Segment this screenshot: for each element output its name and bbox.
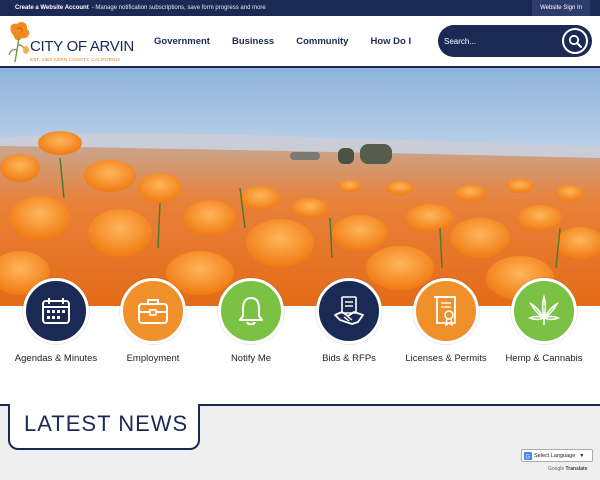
nav-item-business[interactable]: Business [226,36,280,47]
search-icon [568,34,582,48]
account-bar: Create a Website Account - Manage notifi… [0,0,600,16]
account-bar-description: - Manage notification subscriptions, sav… [91,5,266,11]
briefcase-icon [138,299,168,324]
quick-link-circle[interactable] [316,278,382,344]
search-button[interactable] [562,28,588,54]
handshake-icon [334,296,364,325]
poppy-field-image [0,68,600,306]
quick-link-circle[interactable] [511,278,577,344]
bell-icon [239,297,263,326]
quick-link-circle[interactable] [413,278,479,344]
search-bar [438,25,592,57]
quick-link-circle[interactable] [23,278,89,344]
quick-link-circle[interactable] [120,278,186,344]
quick-link-label[interactable]: Notify Me [202,353,300,364]
quick-link-label[interactable]: Agendas & Minutes [7,353,105,364]
news-heading: LATEST NEWS [24,411,189,436]
website-sign-in-button[interactable]: Website Sign In [532,0,590,16]
logo-wordmark: CITY OF ARVIN [30,38,134,55]
quick-link-label[interactable]: Bids & RFPs [300,353,398,364]
nav-item-government[interactable]: Government [148,36,216,47]
main-nav: Government Business Community How Do I [148,16,417,66]
news-heading-box: LATEST NEWS [8,404,200,450]
search-input[interactable] [444,31,554,51]
quick-link-employment[interactable]: Employment [104,278,202,364]
google-translate-icon: G [524,451,532,460]
chevron-down-icon: ▼ [579,452,585,459]
logo-tagline: EST. 1960 KERN COUNTY, CALIFORNIA [30,57,121,62]
poppy-flower-icon [8,21,30,63]
language-select-label: Select Language [534,452,576,459]
quick-link-label[interactable]: Hemp & Cannabis [495,353,593,364]
cannabis-leaf-icon [528,294,560,325]
quick-link-label[interactable]: Licenses & Permits [397,353,495,364]
calendar-icon [42,298,70,324]
translate-wordmark: Translate [565,466,588,472]
quick-link-agendas[interactable]: Agendas & Minutes [7,278,105,364]
nav-item-how-do-i[interactable]: How Do I [364,36,417,47]
city-logo[interactable]: CITY OF ARVIN EST. 1960 KERN COUNTY, CAL… [6,20,146,64]
quick-link-hemp-cannabis[interactable]: Hemp & Cannabis [495,278,593,364]
quick-link-notify-me[interactable]: Notify Me [202,278,300,364]
language-select[interactable]: G Select Language ▼ [521,449,593,462]
hero-banner [0,68,600,306]
svg-text:G: G [526,454,531,460]
quick-link-label[interactable]: Employment [104,353,202,364]
nav-item-community[interactable]: Community [290,36,354,47]
quick-link-circle[interactable] [218,278,284,344]
quick-link-bids[interactable]: Bids & RFPs [300,278,398,364]
site-header: CITY OF ARVIN EST. 1960 KERN COUNTY, CAL… [0,16,600,68]
google-wordmark: Google [548,466,565,472]
certificate-icon [434,296,456,327]
quick-links: Agendas & Minutes Employment Notify Me B… [0,278,600,374]
create-account-link[interactable]: Create a Website Account [15,5,89,11]
quick-link-licenses[interactable]: Licenses & Permits [397,278,495,364]
powered-by-translate[interactable]: Google Translate [548,466,587,472]
